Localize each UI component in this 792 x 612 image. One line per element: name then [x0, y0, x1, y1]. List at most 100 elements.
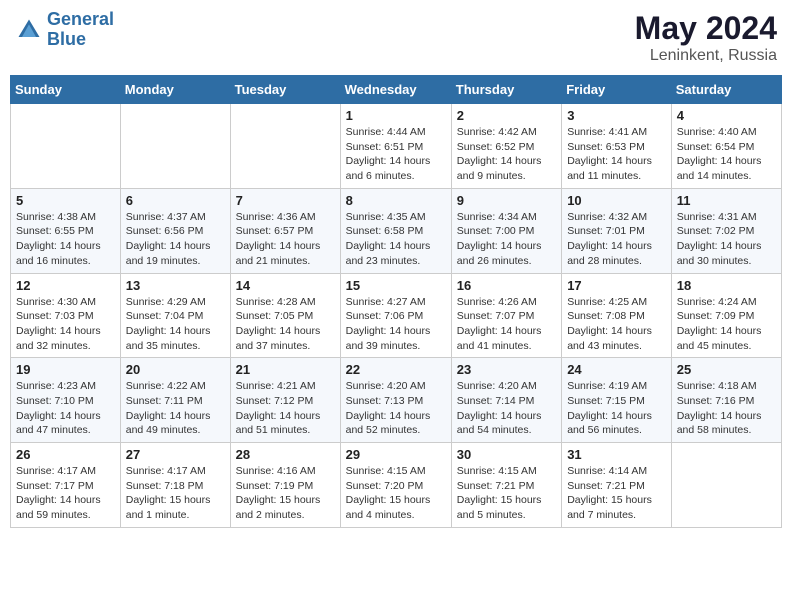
day-header-sunday: Sunday: [11, 76, 121, 104]
day-info: Sunrise: 4:36 AMSunset: 6:57 PMDaylight:…: [236, 210, 335, 269]
day-info: Sunrise: 4:15 AMSunset: 7:21 PMDaylight:…: [457, 464, 556, 523]
day-number: 4: [677, 108, 776, 123]
day-info: Sunrise: 4:40 AMSunset: 6:54 PMDaylight:…: [677, 125, 776, 184]
day-cell-15: 15 Sunrise: 4:27 AMSunset: 7:06 PMDayligh…: [340, 273, 451, 358]
day-number: 8: [346, 193, 446, 208]
day-header-tuesday: Tuesday: [230, 76, 340, 104]
day-number: 29: [346, 447, 446, 462]
day-info: Sunrise: 4:24 AMSunset: 7:09 PMDaylight:…: [677, 295, 776, 354]
day-cell-25: 25Sunrise: 4:18 AMSunset: 7:16 PMDayligh…: [671, 358, 781, 443]
day-number: 6: [126, 193, 225, 208]
calendar-week-5: 26 Sunrise: 4:17 AMSunset: 7:17 PMDayligh…: [11, 443, 782, 528]
day-number: 5: [16, 193, 115, 208]
calendar-week-2: 5Sunrise: 4:38 AMSunset: 6:55 PMDaylight…: [11, 188, 782, 273]
day-number: 15: [346, 278, 446, 293]
page-subtitle: Leninkent, Russia: [635, 47, 777, 65]
empty-cell: [11, 104, 121, 189]
day-info: Sunrise: 4:29 AMSunset: 7:04 PMDaylight:…: [126, 295, 225, 354]
day-info: Sunrise: 4:37 AMSunset: 6:56 PMDaylight:…: [126, 210, 225, 269]
day-header-thursday: Thursday: [451, 76, 561, 104]
day-info: Sunrise: 4:17 AMSunset: 7:18 PMDaylight:…: [126, 464, 225, 523]
day-cell-7: 7 Sunrise: 4:36 AMSunset: 6:57 PMDaylight…: [230, 188, 340, 273]
day-info: Sunrise: 4:21 AMSunset: 7:12 PMDaylight:…: [236, 379, 335, 438]
day-info: Sunrise: 4:20 AMSunset: 7:14 PMDaylight:…: [457, 379, 556, 438]
day-cell-8: 8 Sunrise: 4:35 AMSunset: 6:58 PMDaylight…: [340, 188, 451, 273]
day-cell-18: 18Sunrise: 4:24 AMSunset: 7:09 PMDayligh…: [671, 273, 781, 358]
day-number: 12: [16, 278, 115, 293]
day-number: 27: [126, 447, 225, 462]
day-cell-30: 30 Sunrise: 4:15 AMSunset: 7:21 PMDayligh…: [451, 443, 561, 528]
day-cell-24: 24 Sunrise: 4:19 AMSunset: 7:15 PMDayligh…: [562, 358, 672, 443]
day-cell-1: 1 Sunrise: 4:44 AMSunset: 6:51 PMDaylight…: [340, 104, 451, 189]
day-info: Sunrise: 4:25 AMSunset: 7:08 PMDaylight:…: [567, 295, 666, 354]
day-cell-16: 16Sunrise: 4:26 AMSunset: 7:07 PMDayligh…: [451, 273, 561, 358]
day-number: 11: [677, 193, 776, 208]
day-cell-21: 21 Sunrise: 4:21 AMSunset: 7:12 PMDayligh…: [230, 358, 340, 443]
day-info: Sunrise: 4:32 AMSunset: 7:01 PMDaylight:…: [567, 210, 666, 269]
day-number: 19: [16, 362, 115, 377]
day-number: 28: [236, 447, 335, 462]
day-info: Sunrise: 4:41 AMSunset: 6:53 PMDaylight:…: [567, 125, 666, 184]
day-cell-3: 3Sunrise: 4:41 AMSunset: 6:53 PMDaylight…: [562, 104, 672, 189]
day-number: 21: [236, 362, 335, 377]
day-cell-14: 14Sunrise: 4:28 AMSunset: 7:05 PMDayligh…: [230, 273, 340, 358]
day-cell-10: 10 Sunrise: 4:32 AMSunset: 7:01 PMDayligh…: [562, 188, 672, 273]
day-cell-26: 26 Sunrise: 4:17 AMSunset: 7:17 PMDayligh…: [11, 443, 121, 528]
day-cell-27: 27 Sunrise: 4:17 AMSunset: 7:18 PMDayligh…: [120, 443, 230, 528]
day-header-wednesday: Wednesday: [340, 76, 451, 104]
empty-cell: [230, 104, 340, 189]
page-title: May 2024: [635, 10, 777, 47]
day-number: 10: [567, 193, 666, 208]
day-number: 26: [16, 447, 115, 462]
day-number: 1: [346, 108, 446, 123]
day-info: Sunrise: 4:22 AMSunset: 7:11 PMDaylight:…: [126, 379, 225, 438]
calendar-header: SundayMondayTuesdayWednesdayThursdayFrid…: [11, 76, 782, 104]
day-cell-4: 4 Sunrise: 4:40 AMSunset: 6:54 PMDaylight…: [671, 104, 781, 189]
day-number: 2: [457, 108, 556, 123]
day-info: Sunrise: 4:14 AMSunset: 7:21 PMDaylight:…: [567, 464, 666, 523]
day-info: Sunrise: 4:16 AMSunset: 7:19 PMDaylight:…: [236, 464, 335, 523]
day-info: Sunrise: 4:44 AMSunset: 6:51 PMDaylight:…: [346, 125, 446, 184]
day-info: Sunrise: 4:19 AMSunset: 7:15 PMDaylight:…: [567, 379, 666, 438]
day-info: Sunrise: 4:35 AMSunset: 6:58 PMDaylight:…: [346, 210, 446, 269]
calendar-week-4: 19 Sunrise: 4:23 AMSunset: 7:10 PMDayligh…: [11, 358, 782, 443]
day-header-saturday: Saturday: [671, 76, 781, 104]
calendar-week-3: 12 Sunrise: 4:30 AMSunset: 7:03 PMDayligh…: [11, 273, 782, 358]
day-cell-12: 12 Sunrise: 4:30 AMSunset: 7:03 PMDayligh…: [11, 273, 121, 358]
day-info: Sunrise: 4:31 AMSunset: 7:02 PMDaylight:…: [677, 210, 776, 269]
day-info: Sunrise: 4:42 AMSunset: 6:52 PMDaylight:…: [457, 125, 556, 184]
day-cell-28: 28 Sunrise: 4:16 AMSunset: 7:19 PMDayligh…: [230, 443, 340, 528]
day-number: 22: [346, 362, 446, 377]
day-cell-17: 17 Sunrise: 4:25 AMSunset: 7:08 PMDayligh…: [562, 273, 672, 358]
calendar-week-1: 1 Sunrise: 4:44 AMSunset: 6:51 PMDaylight…: [11, 104, 782, 189]
day-number: 7: [236, 193, 335, 208]
day-number: 14: [236, 278, 335, 293]
day-info: Sunrise: 4:17 AMSunset: 7:17 PMDaylight:…: [16, 464, 115, 523]
day-number: 9: [457, 193, 556, 208]
day-number: 16: [457, 278, 556, 293]
day-cell-13: 13Sunrise: 4:29 AMSunset: 7:04 PMDayligh…: [120, 273, 230, 358]
day-number: 24: [567, 362, 666, 377]
day-cell-23: 23 Sunrise: 4:20 AMSunset: 7:14 PMDayligh…: [451, 358, 561, 443]
day-info: Sunrise: 4:23 AMSunset: 7:10 PMDaylight:…: [16, 379, 115, 438]
calendar-table: SundayMondayTuesdayWednesdayThursdayFrid…: [10, 75, 782, 528]
day-info: Sunrise: 4:34 AMSunset: 7:00 PMDaylight:…: [457, 210, 556, 269]
empty-cell: [120, 104, 230, 189]
day-cell-9: 9 Sunrise: 4:34 AMSunset: 7:00 PMDaylight…: [451, 188, 561, 273]
day-cell-31: 31Sunrise: 4:14 AMSunset: 7:21 PMDayligh…: [562, 443, 672, 528]
page-header: General Blue May 2024 Leninkent, Russia: [10, 10, 782, 65]
day-number: 20: [126, 362, 225, 377]
day-cell-6: 6 Sunrise: 4:37 AMSunset: 6:56 PMDaylight…: [120, 188, 230, 273]
day-info: Sunrise: 4:30 AMSunset: 7:03 PMDaylight:…: [16, 295, 115, 354]
days-of-week-row: SundayMondayTuesdayWednesdayThursdayFrid…: [11, 76, 782, 104]
day-header-friday: Friday: [562, 76, 672, 104]
day-info: Sunrise: 4:27 AMSunset: 7:06 PMDaylight:…: [346, 295, 446, 354]
day-number: 23: [457, 362, 556, 377]
day-header-monday: Monday: [120, 76, 230, 104]
logo-text: General Blue: [47, 10, 114, 50]
logo-icon: [15, 16, 43, 44]
day-cell-20: 20 Sunrise: 4:22 AMSunset: 7:11 PMDayligh…: [120, 358, 230, 443]
day-info: Sunrise: 4:20 AMSunset: 7:13 PMDaylight:…: [346, 379, 446, 438]
day-number: 17: [567, 278, 666, 293]
day-number: 30: [457, 447, 556, 462]
